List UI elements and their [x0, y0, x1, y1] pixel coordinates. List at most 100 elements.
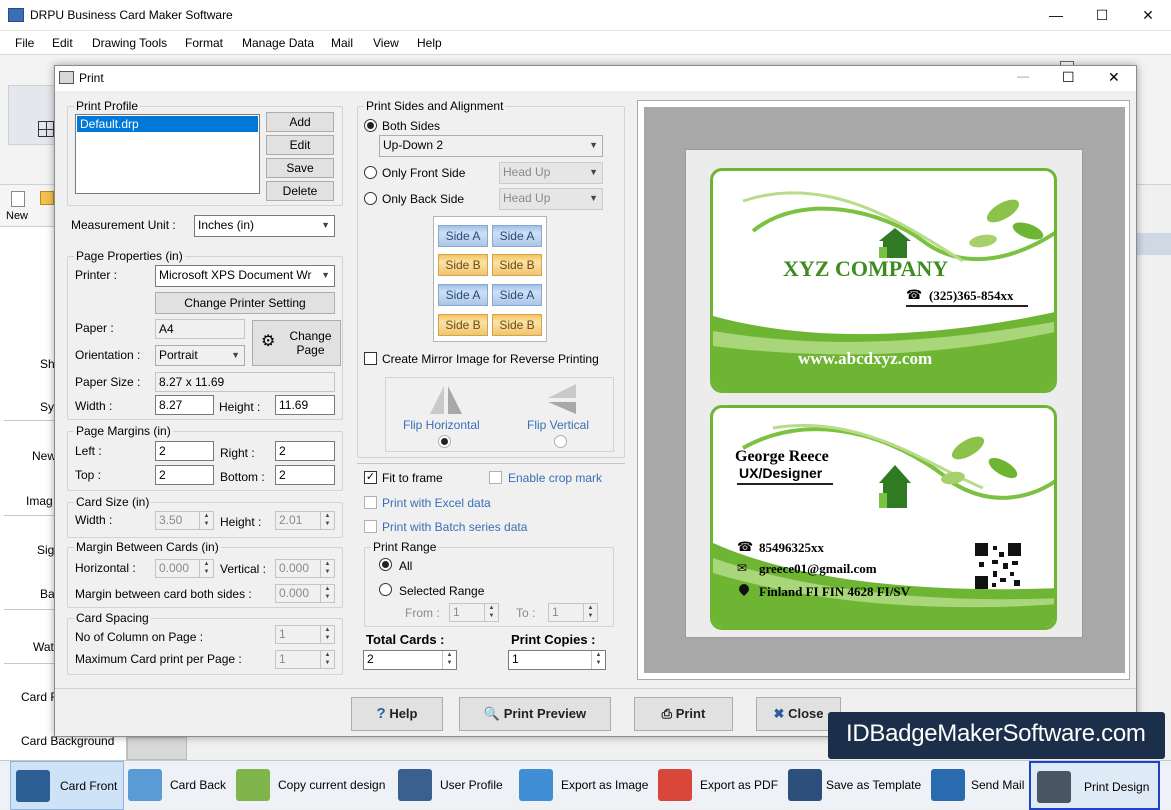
dialog-maximize-icon[interactable]: ☐ — [1062, 69, 1075, 86]
range-selected-radio[interactable] — [379, 583, 392, 596]
right-margin-field[interactable]: 2 — [275, 441, 335, 461]
total-cards-label: Total Cards : — [366, 632, 445, 647]
columns-value: 1 — [279, 627, 286, 641]
print-preview-button[interactable]: 🔍 Print Preview — [459, 697, 611, 731]
card-back-address: Finland FI FIN 4628 FI/SV — [759, 584, 910, 599]
paper-height-field[interactable]: 11.69 — [275, 395, 335, 415]
card-phone: (325)365-854xx — [929, 288, 1014, 303]
menu-edit[interactable]: Edit — [52, 36, 73, 50]
add-profile-button[interactable]: Add — [266, 112, 334, 132]
fit-frame-checkbox[interactable]: ✓ — [364, 471, 377, 484]
spin-arrows-icon[interactable]: ▲ ▼ — [442, 651, 456, 669]
divider — [55, 688, 1136, 689]
flip-vertical-label[interactable]: Flip Vertical — [527, 418, 589, 432]
left-margin-field[interactable]: 2 — [155, 441, 214, 461]
paper-width-field[interactable]: 8.27 — [155, 395, 214, 415]
print-design-button[interactable]: Print Design — [1029, 761, 1160, 810]
send-mail-button[interactable]: Send Mail — [931, 761, 1027, 810]
new-document-icon[interactable] — [11, 191, 25, 207]
print-button[interactable]: ⎙ Print — [634, 697, 733, 731]
card-back-tab[interactable]: Card Back — [128, 761, 228, 810]
user-profile-button[interactable]: User Profile — [398, 761, 503, 810]
save-template-label: Save as Template — [826, 778, 922, 792]
profile-list-item[interactable]: Default.drp — [77, 116, 258, 132]
both-sides-select[interactable]: Up-Down 2 ▼ — [379, 135, 603, 157]
bottom-margin-field[interactable]: 2 — [275, 465, 335, 485]
excel-checkbox[interactable] — [364, 496, 377, 509]
profile-list[interactable]: Default.drp — [75, 114, 260, 194]
card-front-tab[interactable]: Card Front — [10, 761, 124, 810]
mirror-checkbox[interactable] — [364, 352, 377, 365]
crop-mark-checkbox[interactable] — [489, 471, 502, 484]
menu-file[interactable]: File — [15, 36, 34, 50]
change-page-button[interactable]: ⚙ Change Page — [252, 320, 341, 366]
side-a-tile: Side A — [492, 284, 542, 306]
minimize-icon[interactable]: — — [1033, 0, 1079, 31]
measurement-select[interactable]: Inches (in) ▼ — [194, 215, 335, 237]
range-from-value: 1 — [453, 605, 460, 619]
both-sides-value: 0.000 — [279, 586, 310, 600]
spin-arrows-icon[interactable]: ▲ ▼ — [591, 651, 605, 669]
print-copies-spinner[interactable]: 1 ▲ ▼ — [508, 650, 606, 670]
menu-help[interactable]: Help — [417, 36, 442, 50]
height-label: Height : — [219, 400, 261, 414]
maximize-icon[interactable]: ☐ — [1079, 0, 1125, 31]
top-margin-field[interactable]: 2 — [155, 465, 214, 485]
dialog-minimize-icon[interactable]: — — [1017, 69, 1029, 83]
vertical-label: Vertical : — [220, 562, 267, 576]
menu-manage-data[interactable]: Manage Data — [242, 36, 314, 50]
left-panel-item[interactable]: Wat — [33, 640, 54, 654]
left-panel-item[interactable]: New — [32, 449, 56, 463]
back-side-radio[interactable] — [364, 192, 377, 205]
phone-icon: ☎ — [737, 539, 754, 554]
total-cards-spinner[interactable]: 2 ▲ ▼ — [363, 650, 457, 670]
export-image-button[interactable]: Export as Image — [519, 761, 651, 810]
left-panel-item[interactable]: Sy — [40, 400, 54, 414]
menu-mail[interactable]: Mail — [331, 36, 353, 50]
flip-vertical-radio[interactable] — [554, 435, 567, 448]
menu-view[interactable]: View — [373, 36, 399, 50]
card-company-name: XYZ COMPANY — [783, 256, 949, 281]
grid-icon[interactable] — [38, 121, 54, 137]
change-printer-button[interactable]: Change Printer Setting — [155, 292, 335, 314]
both-sides-label: Both Sides — [382, 119, 441, 133]
close-x-icon: ✖ — [773, 706, 785, 721]
range-all-radio[interactable] — [379, 558, 392, 571]
spin-arrows-icon: ▲ ▼ — [320, 651, 334, 668]
left-panel-item[interactable]: Sig — [37, 543, 54, 557]
edit-profile-button[interactable]: Edit — [266, 135, 334, 155]
flip-horizontal-label[interactable]: Flip Horizontal — [403, 418, 480, 432]
both-sides-radio[interactable] — [364, 119, 377, 132]
open-folder-icon[interactable] — [40, 191, 54, 205]
copy-design-button[interactable]: Copy current design — [236, 761, 388, 810]
save-template-button[interactable]: Save as Template — [788, 761, 922, 810]
printer-select[interactable]: Microsoft XPS Document Wr ▼ — [155, 265, 335, 287]
batch-checkbox[interactable] — [364, 520, 377, 533]
save-profile-button[interactable]: Save — [266, 158, 334, 178]
help-button[interactable]: ? Help — [351, 697, 443, 731]
dialog-close-icon[interactable]: ✕ — [1108, 69, 1120, 86]
brand-watermark: IDBadgeMakerSoftware.com — [828, 712, 1165, 759]
menu-format[interactable]: Format — [185, 36, 223, 50]
qr-code-icon — [975, 543, 1021, 589]
flip-vertical-icon — [548, 384, 576, 414]
orientation-select[interactable]: Portrait ▼ — [155, 345, 245, 366]
menu-drawing-tools[interactable]: Drawing Tools — [92, 36, 167, 50]
delete-profile-button[interactable]: Delete — [266, 181, 334, 201]
export-pdf-button[interactable]: Export as PDF — [658, 761, 778, 810]
close-icon[interactable]: ✕ — [1125, 0, 1171, 31]
left-panel-item[interactable]: Ba — [40, 587, 55, 601]
left-panel-item[interactable]: Card F — [21, 690, 58, 704]
flip-horizontal-radio[interactable] — [438, 435, 451, 448]
card-front-label: Card Front — [60, 779, 118, 793]
front-side-radio[interactable] — [364, 166, 377, 179]
group-title: Page Margins (in) — [74, 424, 173, 438]
left-panel-item[interactable]: Sh — [40, 357, 55, 371]
left-panel-item[interactable]: Imag — [26, 494, 53, 508]
new-button-label[interactable]: New — [6, 210, 28, 222]
bottom-toolbar: Card Front Card Back Copy current design… — [0, 760, 1171, 810]
horizontal-value: 0.000 — [159, 561, 190, 575]
canvas-scroll-area[interactable] — [127, 737, 187, 760]
export-pdf-label: Export as PDF — [700, 778, 779, 792]
paper-field[interactable]: A4 — [155, 319, 245, 339]
